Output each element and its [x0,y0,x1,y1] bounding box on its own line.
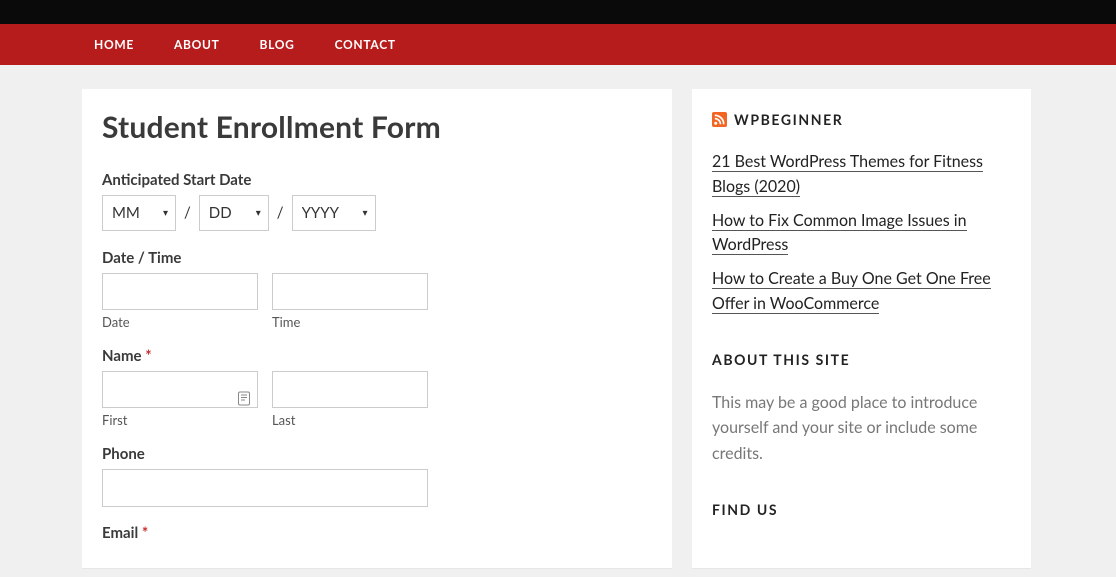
date-separator: / [184,204,191,222]
name-row: First Last [102,371,652,428]
day-select[interactable]: DD [199,195,269,231]
post-link[interactable]: 21 Best WordPress Themes for Fitness Blo… [712,152,983,197]
date-col: Date [102,273,258,330]
nav-bar: HOME ABOUT BLOG CONTACT [0,24,1116,65]
year-select[interactable]: YYYY [292,195,376,231]
top-bar [0,0,1116,24]
findus-widget-title: FIND US [712,501,1011,518]
findus-widget: FIND US [712,501,1011,518]
date-row: MM / DD / YYYY [102,195,652,231]
rss-icon [712,112,727,127]
datetime-label: Date / Time [102,249,652,267]
last-col: Last [272,371,428,428]
first-col: First [102,371,258,428]
sidebar: WPBEGINNER 21 Best WordPress Themes for … [692,89,1031,568]
date-sublabel: Date [102,314,258,330]
anticipated-start-date-field: Anticipated Start Date MM / DD / YYYY [102,171,652,231]
page-wrap: Student Enrollment Form Anticipated Star… [0,65,1116,568]
date-separator: / [277,204,284,222]
day-select-wrap: DD [199,195,269,231]
last-sublabel: Last [272,412,428,428]
date-input[interactable] [102,273,258,310]
phone-label: Phone [102,445,652,463]
phone-field: Phone [102,445,652,507]
name-label: Name * [102,347,652,365]
list-item: How to Create a Buy One Get One Free Off… [712,267,1011,317]
post-list: 21 Best WordPress Themes for Fitness Blo… [712,150,1011,317]
main-content: Student Enrollment Form Anticipated Star… [82,89,672,568]
required-marker: * [142,524,148,542]
nav-about[interactable]: ABOUT [174,37,220,52]
email-field: Email * [102,524,652,542]
about-text: This may be a good place to introduce yo… [712,390,1011,467]
list-item: 21 Best WordPress Themes for Fitness Blo… [712,150,1011,200]
name-label-text: Name [102,347,142,365]
time-sublabel: Time [272,314,428,330]
month-select-wrap: MM [102,195,176,231]
rss-widget-title: WPBEGINNER [712,111,1011,128]
time-col: Time [272,273,428,330]
rss-widget: WPBEGINNER 21 Best WordPress Themes for … [712,111,1011,317]
datetime-field: Date / Time Date Time [102,249,652,330]
time-input[interactable] [272,273,428,310]
list-item: How to Fix Common Image Issues in WordPr… [712,209,1011,259]
year-select-wrap: YYYY [292,195,376,231]
nav-contact[interactable]: CONTACT [335,37,396,52]
name-field: Name * First Last [102,347,652,428]
anticipated-start-date-label: Anticipated Start Date [102,171,652,189]
last-name-input[interactable] [272,371,428,408]
datetime-row: Date Time [102,273,652,330]
nav-home[interactable]: HOME [94,37,134,52]
email-label-text: Email [102,524,138,542]
post-link[interactable]: How to Create a Buy One Get One Free Off… [712,269,991,314]
rss-title-text: WPBEGINNER [734,111,843,128]
first-sublabel: First [102,412,258,428]
month-select[interactable]: MM [102,195,176,231]
phone-input[interactable] [102,469,428,507]
page-title: Student Enrollment Form [102,109,652,145]
email-label: Email * [102,524,652,542]
about-widget-title: ABOUT THIS SITE [712,351,1011,368]
first-name-input[interactable] [102,371,258,408]
about-widget: ABOUT THIS SITE This may be a good place… [712,351,1011,467]
required-marker: * [145,347,151,365]
nav-blog[interactable]: BLOG [260,37,295,52]
post-link[interactable]: How to Fix Common Image Issues in WordPr… [712,211,967,256]
